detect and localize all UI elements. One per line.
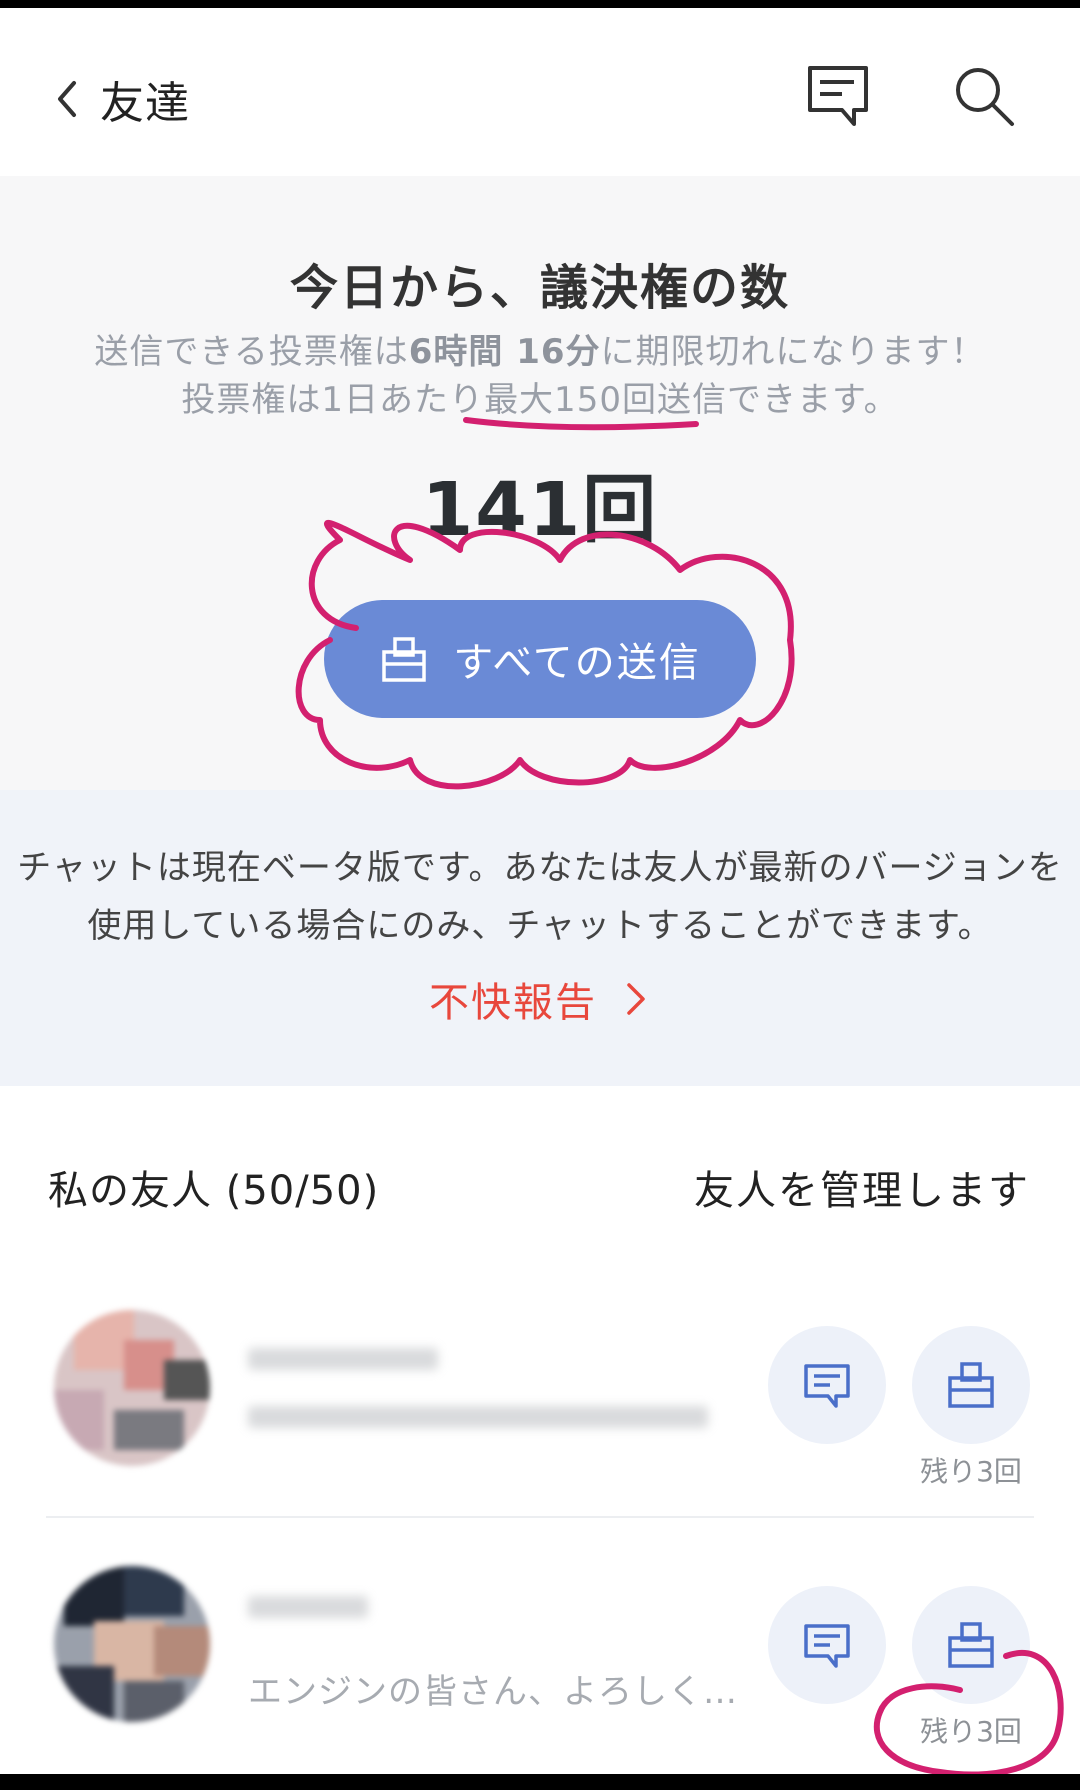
vote-expiry-text: 送信できる投票権は6時間 16分に期限切れになります！ — [0, 324, 1080, 373]
avatar — [54, 1310, 210, 1466]
navigation-bar — [0, 1774, 1080, 1790]
remaining-votes: 残り3回 — [920, 1455, 1022, 1488]
chat-button[interactable] — [804, 62, 874, 132]
remaining-votes: 残り3回 — [920, 1715, 1022, 1748]
page-title: 友達 — [100, 78, 190, 129]
message-friend-button[interactable] — [768, 1326, 886, 1444]
vote-expiry-suffix: に期限切れになります！ — [600, 332, 986, 372]
vote-panel: 今日から、議決権の数 送信できる投票権は6時間 16分に期限切れになります！ 投… — [0, 176, 1080, 790]
vote-friend-button[interactable] — [912, 1326, 1030, 1444]
send-all-button[interactable]: すべての送信 — [324, 600, 756, 718]
message-friend-button[interactable] — [768, 1586, 886, 1704]
app-header: 友達 — [0, 8, 1080, 176]
search-icon — [956, 68, 1014, 126]
avatar — [54, 1566, 210, 1722]
send-all-label: すべての送信 — [453, 640, 701, 686]
beta-notice: チャットは現在ベータ版です。あなたは友人が最新のバージョンを 使用している場合に… — [0, 790, 1080, 1086]
vote-limit-text: 投票権は1日あたり最大150回送信できます。 — [0, 372, 1080, 421]
friend-list-item[interactable]: エンジンの皆さん、よろしく… 残り3回 — [0, 1530, 1080, 1774]
vote-count: 141回 — [421, 467, 659, 553]
chevron-right-icon — [627, 983, 645, 1015]
friend-name-redacted — [248, 1596, 368, 1618]
message-square-icon — [804, 1364, 850, 1408]
status-bar — [0, 0, 1080, 8]
message-square-icon — [808, 66, 868, 126]
notice-line-2: 使用している場合にのみ、チャットすることができます。 — [87, 906, 993, 946]
vote-friend-button[interactable] — [912, 1586, 1030, 1704]
vote-limit-max: 最大150回送信 — [484, 380, 727, 420]
manage-friends-button[interactable]: 友人を管理します — [694, 1158, 1030, 1216]
friends-title: 私の友人 (50/50) — [48, 1168, 380, 1214]
search-button[interactable] — [950, 62, 1020, 132]
friends-header: 私の友人 (50/50) 友人を管理します — [0, 1150, 1080, 1220]
message-square-icon — [804, 1624, 850, 1668]
report-label: 不快報告 — [429, 980, 597, 1026]
back-button[interactable]: 友達 — [52, 64, 190, 134]
friend-name-redacted — [248, 1348, 438, 1370]
chevron-left-icon — [58, 81, 76, 117]
report-link[interactable]: 不快報告 — [0, 970, 1080, 1028]
vote-limit-suffix: できます。 — [726, 380, 899, 420]
ballot-box-icon — [948, 1362, 994, 1408]
ballot-box-icon — [948, 1622, 994, 1668]
ballot-box-icon — [382, 637, 426, 682]
vote-expiry-time: 6時間 16分 — [408, 332, 601, 372]
divider — [46, 1516, 1034, 1518]
friend-status: エンジンの皆さん、よろしく… — [248, 1672, 738, 1712]
friend-list-item[interactable]: 残り3回 — [0, 1290, 1080, 1518]
vote-limit-prefix: 投票権は1日あたり — [181, 380, 485, 420]
vote-title: 今日から、議決権の数 — [289, 260, 790, 316]
friend-status-redacted — [248, 1406, 708, 1428]
notice-line-1: チャットは現在ベータ版です。あなたは友人が最新のバージョンを — [17, 848, 1063, 888]
vote-expiry-prefix: 送信できる投票権は — [94, 332, 409, 372]
